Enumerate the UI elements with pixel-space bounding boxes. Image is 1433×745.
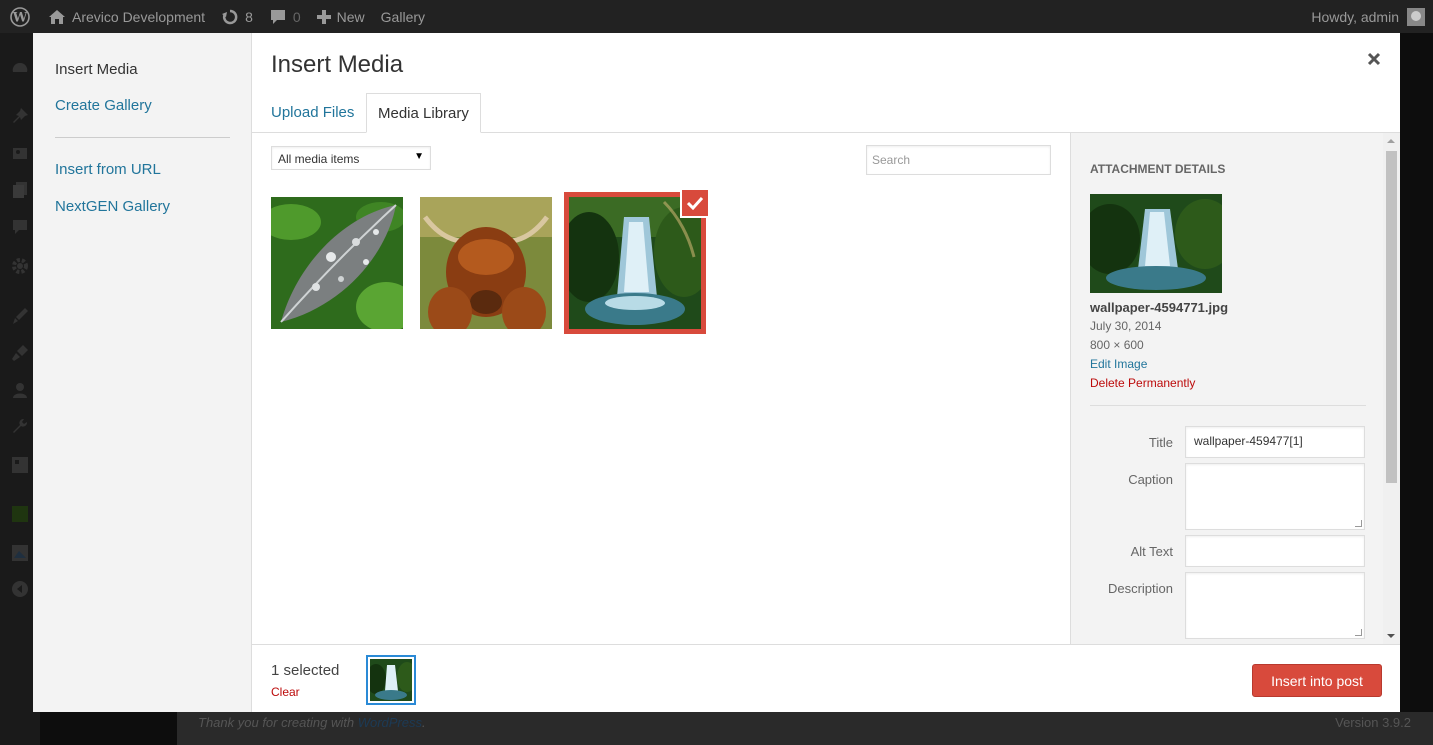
close-button[interactable] (1362, 47, 1386, 71)
settings-gear-icon[interactable] (11, 257, 29, 275)
plugins-icon[interactable] (11, 344, 29, 362)
attachment-dimensions: 800 × 600 (1090, 338, 1144, 352)
image-plugin-icon[interactable] (11, 544, 29, 562)
media-menu: Insert Media Create Gallery Insert from … (33, 33, 252, 712)
alt-text-field[interactable] (1185, 535, 1365, 567)
pin-icon[interactable] (11, 107, 29, 125)
updates-icon (221, 8, 239, 26)
settings-icon[interactable] (11, 456, 29, 474)
comment-bubble-icon (269, 9, 287, 25)
router-tabs: Upload Files Media Library (252, 93, 1400, 133)
gallery-link[interactable]: Gallery (373, 0, 433, 33)
footer-thanks-text: Thank you for creating with (198, 715, 358, 730)
title-field[interactable]: wallpaper-459477[1] (1185, 426, 1365, 458)
collapse-menu-icon[interactable] (11, 580, 29, 598)
site-name-link[interactable]: Arevico Development (40, 0, 213, 33)
selected-checkmark-button[interactable] (680, 188, 710, 218)
menu-insert-media[interactable]: Insert Media (55, 61, 138, 78)
scrollbar-thumb[interactable] (1386, 151, 1397, 483)
attachment-details-heading: Attachment Details (1090, 162, 1226, 176)
avatar (1407, 7, 1425, 26)
modal-title: Insert Media (271, 51, 404, 78)
comments-icon[interactable] (11, 218, 29, 236)
description-label: Description (1107, 581, 1173, 596)
footer-thanks: Thank you for creating with WordPress. (198, 715, 426, 730)
media-icon[interactable] (11, 144, 29, 162)
caption-field[interactable] (1185, 463, 1365, 530)
wordpress-logo-icon[interactable]: W (0, 0, 40, 33)
tab-media-library[interactable]: Media Library (366, 93, 481, 133)
media-toolbar: 1 selected Clear Insert into post (252, 644, 1400, 712)
comments-link[interactable]: 0 (261, 0, 309, 33)
plugin-square-icon[interactable] (11, 505, 29, 523)
tab-upload-files[interactable]: Upload Files (271, 104, 354, 121)
attachment-thumbnail-leaf[interactable] (271, 197, 403, 329)
scroll-up-arrow-icon[interactable] (1387, 139, 1395, 143)
svg-text:W: W (12, 10, 28, 25)
attachment-filename: wallpaper-4594771.jpg (1090, 300, 1229, 315)
howdy-greeting: Howdy, admin (1311, 8, 1399, 25)
dropdown-arrow-icon: ▼ (414, 151, 424, 162)
attachments-browser: All media items ▼ Search (252, 133, 1070, 644)
checkmark-icon (687, 196, 703, 210)
users-icon[interactable] (11, 381, 29, 399)
dashboard-icon[interactable] (11, 60, 29, 78)
new-label: New (336, 8, 365, 25)
admin-footer: Thank you for creating with WordPress. V… (177, 712, 1433, 745)
clear-selection-link[interactable]: Clear (271, 685, 300, 699)
selected-attachment-mini-thumbnail[interactable] (366, 655, 416, 705)
sidebar-scrollbar[interactable] (1383, 133, 1400, 644)
selection-count: 1 selected (271, 662, 340, 679)
wordpress-link[interactable]: WordPress (358, 715, 422, 730)
close-icon (1367, 52, 1381, 66)
edit-image-link[interactable]: Edit Image (1090, 357, 1147, 371)
plus-icon (316, 9, 331, 24)
footer-version: Version 3.9.2 (1335, 715, 1411, 730)
tools-icon[interactable] (11, 418, 29, 436)
search-input[interactable]: Search (866, 145, 1051, 175)
footer-thanks-period: . (422, 715, 426, 730)
title-label: Title (1148, 435, 1173, 450)
home-icon (48, 9, 66, 25)
attachment-details-sidebar: Attachment Details wallpaper-4594771.jpg… (1070, 133, 1400, 644)
updates-link[interactable]: 8 (213, 0, 261, 33)
caption-label: Caption (1128, 472, 1173, 487)
my-account[interactable]: Howdy, admin (1311, 0, 1425, 33)
updates-count: 8 (245, 8, 253, 25)
media-filter-select[interactable]: All media items ▼ (271, 146, 431, 170)
alt-text-label: Alt Text (1130, 544, 1173, 559)
details-divider (1090, 405, 1366, 406)
admin-bar: W Arevico Development 8 0 New Gallery Ho… (0, 0, 1433, 33)
insert-into-post-button[interactable]: Insert into post (1252, 664, 1382, 697)
menu-separator (55, 137, 230, 138)
search-placeholder: Search (872, 153, 911, 167)
pages-icon[interactable] (11, 181, 29, 199)
media-filter-value: All media items (278, 152, 360, 166)
attachment-thumbnail-highland-cow[interactable] (420, 197, 552, 329)
appearance-icon[interactable] (11, 307, 29, 325)
gallery-label: Gallery (380, 8, 426, 25)
menu-create-gallery[interactable]: Create Gallery (55, 97, 152, 114)
site-name-label: Arevico Development (72, 8, 206, 25)
attachment-date: July 30, 2014 (1090, 319, 1162, 333)
media-modal: Insert Media Create Gallery Insert from … (33, 33, 1400, 712)
delete-permanently-link[interactable]: Delete Permanently (1090, 376, 1195, 390)
scroll-down-arrow-icon[interactable] (1387, 634, 1395, 638)
description-field[interactable] (1185, 572, 1365, 639)
menu-nextgen-gallery[interactable]: NextGEN Gallery (55, 198, 170, 215)
attachment-preview-image (1090, 194, 1222, 293)
menu-insert-from-url[interactable]: Insert from URL (55, 161, 161, 178)
new-content-link[interactable]: New (309, 0, 373, 33)
comments-count: 0 (292, 8, 301, 25)
